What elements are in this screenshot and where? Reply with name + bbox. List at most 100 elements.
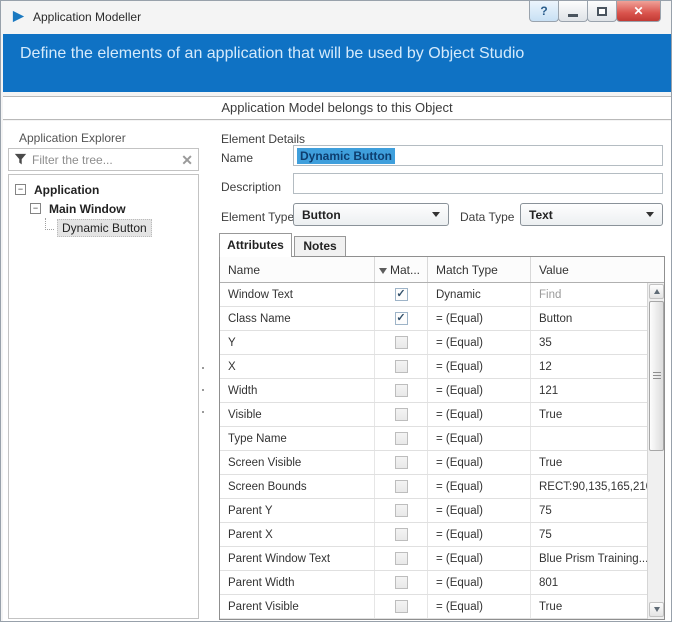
filter-funnel-icon: [14, 153, 27, 166]
attribute-row[interactable]: Screen Visible= (Equal)True: [220, 451, 647, 475]
maximize-button[interactable]: [587, 1, 617, 22]
attribute-row[interactable]: Parent X = (Equal)75: [220, 523, 647, 547]
attribute-row[interactable]: X = (Equal)12: [220, 355, 647, 379]
match-checkbox[interactable]: [395, 504, 408, 517]
data-type-value: Text: [529, 208, 553, 222]
attribute-row[interactable]: Parent Visible= (Equal)True: [220, 595, 647, 619]
close-button[interactable]: ✕: [616, 1, 661, 22]
title-bar[interactable]: Application Modeller ? ✕: [1, 1, 671, 34]
attribute-value-cell[interactable]: True: [531, 403, 647, 426]
panel-splitter[interactable]: [201, 367, 205, 429]
attribute-row[interactable]: Type Name= (Equal): [220, 427, 647, 451]
attribute-match-cell: [375, 355, 428, 378]
header-value[interactable]: Value: [531, 257, 664, 282]
description-input[interactable]: [293, 173, 663, 194]
attribute-name-cell: Screen Bounds: [220, 475, 375, 498]
match-checkbox[interactable]: [395, 384, 408, 397]
tab-notes[interactable]: Notes: [294, 236, 346, 257]
filter-clear-icon[interactable]: ✕: [181, 153, 193, 167]
header-match[interactable]: Mat...: [375, 257, 428, 282]
match-checkbox[interactable]: [395, 408, 408, 421]
match-checkbox[interactable]: [395, 528, 408, 541]
attribute-match-type-cell[interactable]: = (Equal): [428, 307, 531, 330]
attribute-match-type-cell[interactable]: = (Equal): [428, 547, 531, 570]
attribute-match-type-cell[interactable]: = (Equal): [428, 475, 531, 498]
attribute-match-type-cell[interactable]: = (Equal): [428, 355, 531, 378]
tree-item-dynamic-button[interactable]: Dynamic Button: [9, 218, 198, 237]
attribute-match-type-cell[interactable]: = (Equal): [428, 427, 531, 450]
attribute-match-type-cell[interactable]: = (Equal): [428, 451, 531, 474]
vertical-scrollbar[interactable]: [647, 283, 664, 619]
application-tree[interactable]: −Application−Main WindowDynamic Button: [8, 174, 199, 619]
attribute-value-cell[interactable]: 35: [531, 331, 647, 354]
scroll-down-button[interactable]: [649, 602, 664, 617]
tree-item-main-window[interactable]: −Main Window: [9, 199, 198, 218]
attribute-name-cell: X: [220, 355, 375, 378]
attribute-value-cell[interactable]: Find: [531, 283, 647, 306]
attribute-value-cell[interactable]: 801: [531, 571, 647, 594]
attribute-match-type-cell[interactable]: = (Equal): [428, 331, 531, 354]
dialog-description-banner: Define the elements of an application th…: [3, 34, 671, 92]
attribute-value-cell[interactable]: True: [531, 451, 647, 474]
attribute-row[interactable]: Visible= (Equal)True: [220, 403, 647, 427]
attribute-row[interactable]: Window Text✓DynamicFind: [220, 283, 647, 307]
match-checkbox[interactable]: [395, 336, 408, 349]
attribute-value-cell[interactable]: Blue Prism Training...: [531, 547, 647, 570]
tree-item-application[interactable]: −Application: [9, 180, 198, 199]
attribute-row[interactable]: Screen Bounds = (Equal)RECT:90,135,165,21…: [220, 475, 647, 499]
attribute-match-type-cell[interactable]: = (Equal): [428, 499, 531, 522]
header-name[interactable]: Name: [220, 257, 375, 282]
subheader-text: Application Model belongs to this Object: [221, 100, 452, 115]
attribute-row[interactable]: Parent Y= (Equal)75: [220, 499, 647, 523]
tab-attributes[interactable]: Attributes: [219, 233, 292, 257]
attribute-value-cell[interactable]: 75: [531, 523, 647, 546]
match-checkbox[interactable]: [395, 360, 408, 373]
element-type-dropdown[interactable]: Button: [293, 203, 449, 226]
minimize-button[interactable]: [558, 1, 588, 22]
attribute-value-cell[interactable]: True: [531, 595, 647, 618]
attribute-value-cell[interactable]: RECT:90,135,165,210: [531, 475, 647, 498]
match-checkbox[interactable]: ✓: [395, 288, 408, 301]
attribute-value-cell[interactable]: 121: [531, 379, 647, 402]
tree-connector-line: [45, 218, 54, 230]
attribute-value-cell[interactable]: Button: [531, 307, 647, 330]
attribute-row[interactable]: Parent Window Text= (Equal)Blue Prism Tr…: [220, 547, 647, 571]
attribute-name-cell: Y: [220, 331, 375, 354]
match-checkbox[interactable]: ✓: [395, 312, 408, 325]
attribute-match-type-cell[interactable]: = (Equal): [428, 379, 531, 402]
tree-filter-input[interactable]: Filter the tree...: [32, 153, 181, 167]
attribute-value-cell[interactable]: [531, 427, 647, 450]
attribute-name-cell: Parent X: [220, 523, 375, 546]
match-checkbox[interactable]: [395, 456, 408, 469]
maximize-icon: [597, 7, 607, 16]
attribute-row[interactable]: Parent Width = (Equal)801: [220, 571, 647, 595]
tree-filter-box[interactable]: Filter the tree... ✕: [8, 148, 199, 171]
tree-collapse-icon[interactable]: −: [30, 203, 41, 214]
attribute-value-cell[interactable]: 12: [531, 355, 647, 378]
match-checkbox[interactable]: [395, 600, 408, 613]
attribute-value-cell[interactable]: 75: [531, 499, 647, 522]
attribute-match-type-cell[interactable]: = (Equal): [428, 595, 531, 618]
attribute-match-cell: [375, 403, 428, 426]
attribute-match-cell: ✓: [375, 283, 428, 306]
attribute-match-type-cell[interactable]: Dynamic: [428, 283, 531, 306]
scroll-up-button[interactable]: [649, 284, 664, 299]
attribute-name-cell: Parent Width: [220, 571, 375, 594]
tree-collapse-icon[interactable]: −: [15, 184, 26, 195]
match-checkbox[interactable]: [395, 552, 408, 565]
attribute-match-type-cell[interactable]: = (Equal): [428, 403, 531, 426]
name-input[interactable]: Dynamic Button: [293, 145, 663, 166]
element-details-title: Element Details: [221, 132, 305, 146]
attribute-match-type-cell[interactable]: = (Equal): [428, 523, 531, 546]
data-type-dropdown[interactable]: Text: [520, 203, 663, 226]
scrollbar-thumb[interactable]: [649, 301, 664, 451]
header-match-type[interactable]: Match Type: [428, 257, 531, 282]
match-checkbox[interactable]: [395, 432, 408, 445]
attribute-row[interactable]: Width= (Equal)121: [220, 379, 647, 403]
help-button[interactable]: ?: [529, 1, 559, 22]
attribute-row[interactable]: Class Name✓= (Equal)Button: [220, 307, 647, 331]
match-checkbox[interactable]: [395, 480, 408, 493]
attribute-match-type-cell[interactable]: = (Equal): [428, 571, 531, 594]
attribute-row[interactable]: Y = (Equal)35: [220, 331, 647, 355]
match-checkbox[interactable]: [395, 576, 408, 589]
